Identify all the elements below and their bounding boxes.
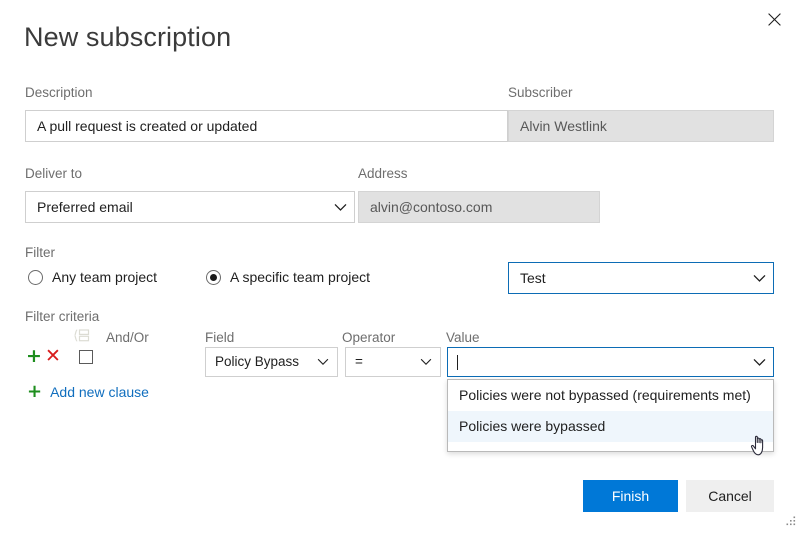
team-project-value: Test	[509, 263, 745, 293]
value-select[interactable]	[447, 347, 774, 377]
add-new-clause-label: Add new clause	[50, 384, 149, 400]
column-header-andor: And/Or	[106, 330, 149, 346]
subscriber-input	[508, 110, 774, 142]
column-header-operator: Operator	[342, 330, 395, 346]
resize-grip[interactable]	[783, 515, 796, 533]
radio-icon-unselected	[28, 270, 43, 285]
deliver-to-select[interactable]: Preferred email	[25, 191, 355, 223]
subscriber-label: Subscriber	[508, 85, 573, 101]
filter-label: Filter	[25, 245, 55, 261]
description-label: Description	[25, 85, 93, 101]
new-subscription-dialog: New subscription Description Subscriber …	[0, 0, 799, 536]
radio-specific-team-project-label: A specific team project	[230, 269, 370, 285]
clause-group-checkbox[interactable]	[79, 350, 93, 364]
column-header-field: Field	[205, 330, 234, 346]
column-header-value: Value	[446, 330, 480, 346]
value-options-list[interactable]: Policies were not bypassed (requirements…	[447, 379, 774, 452]
field-select[interactable]: Policy Bypass	[205, 347, 338, 377]
chevron-down-icon	[326, 203, 354, 212]
team-project-select[interactable]: Test	[508, 262, 774, 294]
radio-any-team-project[interactable]: Any team project	[28, 269, 157, 285]
close-button[interactable]	[753, 2, 795, 36]
chevron-down-icon	[412, 358, 440, 366]
finish-button[interactable]: Finish	[583, 480, 678, 512]
radio-any-team-project-label: Any team project	[52, 269, 157, 285]
list-item[interactable]: Policies were bypassed	[448, 411, 773, 442]
add-clause-row-icon[interactable]: +	[26, 347, 42, 366]
field-value: Policy Bypass	[206, 347, 309, 377]
deliver-to-value: Preferred email	[26, 192, 326, 222]
operator-value: =	[346, 347, 412, 377]
address-label: Address	[358, 166, 408, 182]
description-input[interactable]	[25, 110, 508, 142]
filter-criteria-label: Filter criteria	[25, 309, 99, 325]
close-icon	[768, 13, 781, 26]
chevron-down-icon	[745, 358, 773, 367]
deliver-to-label: Deliver to	[25, 166, 82, 182]
radio-specific-team-project[interactable]: A specific team project	[206, 269, 370, 285]
operator-select[interactable]: =	[345, 347, 441, 377]
dialog-title: New subscription	[24, 20, 231, 54]
group-clause-icon	[74, 329, 90, 347]
chevron-down-icon	[309, 358, 337, 366]
list-item[interactable]: Policies were not bypassed (requirements…	[448, 380, 773, 411]
text-caret	[457, 355, 458, 370]
plus-icon: +	[27, 383, 42, 401]
delete-clause-row-icon[interactable]: ✕	[45, 347, 61, 366]
address-input	[358, 191, 600, 223]
add-new-clause-link[interactable]: + Add new clause	[27, 383, 149, 401]
radio-icon-selected	[206, 270, 221, 285]
chevron-down-icon	[745, 274, 773, 283]
cancel-button[interactable]: Cancel	[686, 480, 774, 512]
